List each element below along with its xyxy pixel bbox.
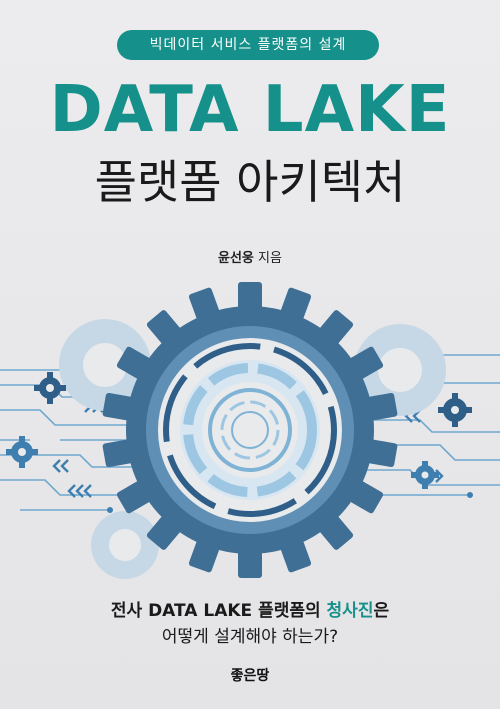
author-line: 윤선웅 지음: [0, 247, 500, 266]
author-role: 지음: [258, 251, 282, 266]
main-title: DATA LAKE: [49, 73, 451, 147]
tagline-part-1: 전사 DATA LAKE 플랫폼의: [110, 601, 327, 621]
sub-title: 플랫폼 아키텍처: [94, 155, 406, 209]
tagline-line-1: 전사 DATA LAKE 플랫폼의 청사진은: [0, 596, 500, 621]
gear-illustration: [0, 282, 500, 579]
book-cover: 빅데이터 서비스 플랫폼의 설계 DATA LAKE 플랫폼 아키텍처 윤선웅 …: [0, 0, 500, 709]
series-badge: 빅데이터 서비스 플랫폼의 설계: [117, 30, 379, 60]
author-name: 윤선웅: [218, 251, 254, 266]
small-gear-icon: [438, 393, 472, 427]
tagline-part-3: 은: [373, 601, 390, 621]
tagline-highlight: 청사진: [326, 601, 374, 621]
publisher-logo: 좋은땅: [230, 668, 270, 684]
tagline-line-2: 어떻게 설계해야 하는가?: [161, 627, 339, 647]
